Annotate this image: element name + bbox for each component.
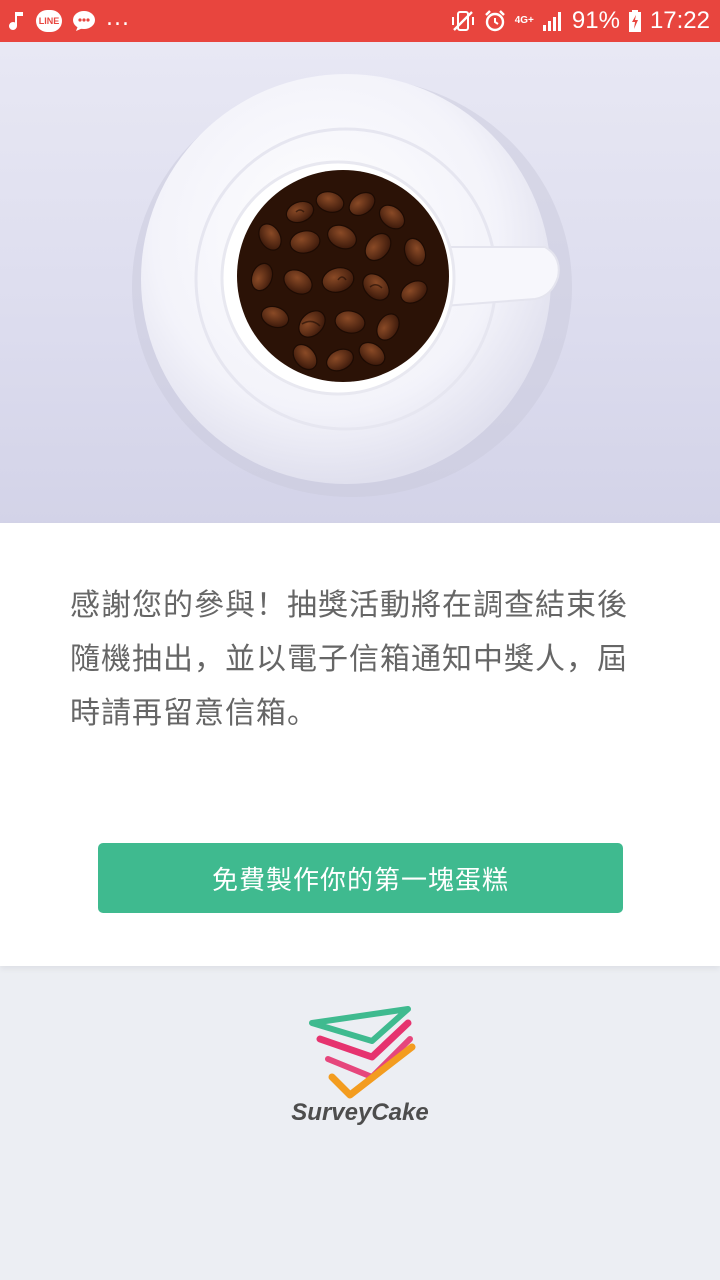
- system-indicators: 4G+ 91% 17:22: [451, 0, 710, 42]
- signal-strength-icon: [542, 10, 564, 32]
- coffee-beans-cup-photo: [0, 42, 720, 523]
- line-app-icon: LINE: [36, 10, 62, 32]
- vibrate-mute-icon: [451, 9, 475, 33]
- thank-you-message: 感謝您的參與！抽獎活動將在調查結束後隨機抽出，並以電子信箱通知中獎人，屆時請再留…: [70, 588, 628, 731]
- clock-time: 17:22: [649, 7, 710, 34]
- network-type-label: 4G+: [514, 15, 534, 26]
- battery-charging-icon: [628, 9, 642, 33]
- status-bar: LINE ... 4G+ 91% 17:22: [0, 0, 720, 42]
- thank-you-card: 感謝您的參與！抽獎活動將在調查結束後隨機抽出，並以電子信箱通知中獎人，屆時請再留…: [0, 523, 720, 966]
- alarm-clock-icon: [483, 9, 507, 33]
- surveycake-logo-icon: [309, 1006, 416, 1099]
- surveycake-logo[interactable]: SurveyCake: [290, 1005, 430, 1135]
- notification-icons: LINE ...: [8, 0, 130, 42]
- more-notifications-indicator: ...: [106, 5, 130, 31]
- battery-percent: 91%: [571, 7, 620, 34]
- music-note-icon: [8, 10, 26, 32]
- surveycake-brand-text: SurveyCake: [291, 1099, 429, 1126]
- create-first-survey-button[interactable]: 免費製作你的第一塊蛋糕: [98, 843, 623, 913]
- chat-bubble-icon: [72, 10, 96, 32]
